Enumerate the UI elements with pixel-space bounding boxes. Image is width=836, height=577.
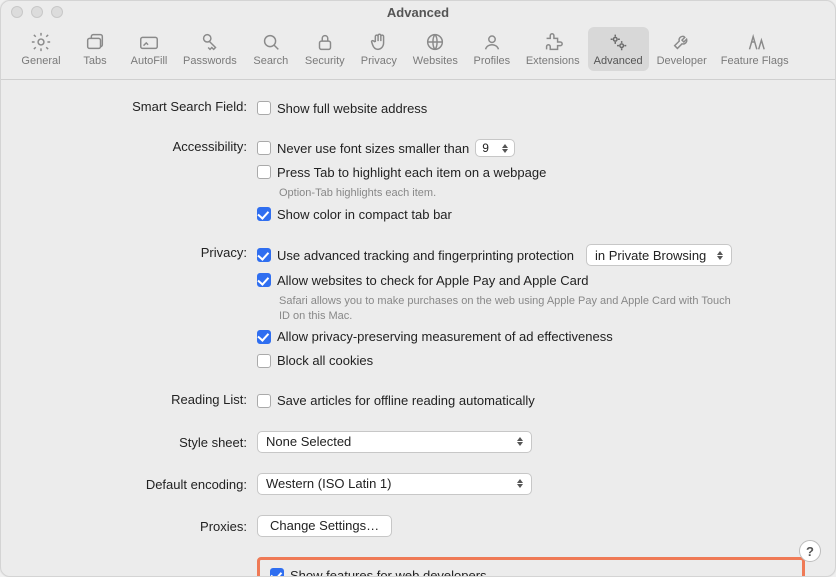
gear-icon	[30, 31, 52, 53]
search-icon	[260, 31, 282, 53]
save-offline-label: Save articles for offline reading automa…	[277, 393, 535, 408]
tab-passwords[interactable]: Passwords	[177, 27, 243, 71]
key-icon	[199, 31, 221, 53]
proxies-label: Proxies:	[31, 515, 257, 534]
apple-pay-label: Allow websites to check for Apple Pay an…	[277, 273, 588, 288]
globe-icon	[424, 31, 446, 53]
style-sheet-label: Style sheet:	[31, 431, 257, 450]
ad-measurement-checkbox[interactable]	[257, 330, 271, 344]
puzzle-icon	[542, 31, 564, 53]
gears-icon	[607, 31, 629, 53]
chevron-updown-icon	[717, 251, 723, 260]
tab-websites[interactable]: Websites	[407, 27, 464, 71]
privacy-label: Privacy:	[31, 244, 257, 260]
press-tab-label: Press Tab to highlight each item on a we…	[277, 165, 546, 180]
chevron-updown-icon	[502, 144, 508, 153]
flags-icon	[744, 31, 766, 53]
tab-search[interactable]: Search	[245, 27, 297, 71]
tracking-protection-checkbox[interactable]	[257, 248, 271, 262]
style-sheet-select[interactable]: None Selected	[257, 431, 532, 453]
hand-icon	[368, 31, 390, 53]
compact-tab-color-checkbox[interactable]	[257, 207, 271, 221]
press-tab-checkbox[interactable]	[257, 165, 271, 179]
toolbar: General Tabs AutoFill Passwords Search S…	[1, 23, 835, 80]
chevron-updown-icon	[517, 479, 523, 488]
show-developer-features-label: Show features for web developers	[290, 568, 487, 577]
min-font-size-select[interactable]: 9	[475, 139, 515, 157]
block-cookies-label: Block all cookies	[277, 353, 373, 368]
compact-tab-color-label: Show color in compact tab bar	[277, 207, 452, 222]
default-encoding-label: Default encoding:	[31, 473, 257, 492]
accessibility-label: Accessibility:	[31, 138, 257, 154]
wrench-icon	[671, 31, 693, 53]
help-button[interactable]: ?	[799, 540, 821, 562]
tab-security[interactable]: Security	[299, 27, 351, 71]
min-font-size-label: Never use font sizes smaller than	[277, 141, 469, 156]
reading-list-label: Reading List:	[31, 391, 257, 407]
pencil-box-icon	[138, 31, 160, 53]
show-developer-features-checkbox[interactable]	[270, 568, 284, 577]
tracking-protection-label: Use advanced tracking and fingerprinting…	[277, 248, 574, 263]
apple-pay-checkbox[interactable]	[257, 273, 271, 287]
apple-pay-hint: Safari allows you to make purchases on t…	[257, 294, 737, 323]
person-icon	[481, 31, 503, 53]
block-cookies-checkbox[interactable]	[257, 354, 271, 368]
ad-measurement-label: Allow privacy-preserving measurement of …	[277, 329, 613, 344]
default-encoding-select[interactable]: Western (ISO Latin 1)	[257, 473, 532, 495]
tabs-icon	[84, 31, 106, 53]
tab-general[interactable]: General	[15, 27, 67, 71]
lock-icon	[314, 31, 336, 53]
preferences-window: Advanced General Tabs AutoFill Passwords…	[0, 0, 836, 577]
tab-developer[interactable]: Developer	[651, 27, 713, 71]
change-settings-button[interactable]: Change Settings…	[257, 515, 392, 537]
tab-autofill[interactable]: AutoFill	[123, 27, 175, 71]
min-font-size-checkbox[interactable]	[257, 141, 271, 155]
tab-tabs[interactable]: Tabs	[69, 27, 121, 71]
show-full-address-checkbox[interactable]	[257, 101, 271, 115]
tab-profiles[interactable]: Profiles	[466, 27, 518, 71]
show-full-address-label: Show full website address	[277, 101, 427, 116]
developer-highlight: Show features for web developers	[257, 557, 805, 577]
tab-advanced[interactable]: Advanced	[588, 27, 649, 71]
tab-feature-flags[interactable]: Feature Flags	[715, 27, 795, 71]
chevron-updown-icon	[517, 437, 523, 446]
save-offline-checkbox[interactable]	[257, 394, 271, 408]
tracking-mode-select[interactable]: in Private Browsing	[586, 244, 732, 266]
titlebar: Advanced	[1, 1, 835, 23]
press-tab-hint: Option-Tab highlights each item.	[257, 186, 805, 200]
tab-extensions[interactable]: Extensions	[520, 27, 586, 71]
window-title: Advanced	[1, 5, 835, 20]
smart-search-label: Smart Search Field:	[31, 98, 257, 114]
tab-privacy[interactable]: Privacy	[353, 27, 405, 71]
content-area: Smart Search Field: Show full website ad…	[1, 80, 835, 577]
